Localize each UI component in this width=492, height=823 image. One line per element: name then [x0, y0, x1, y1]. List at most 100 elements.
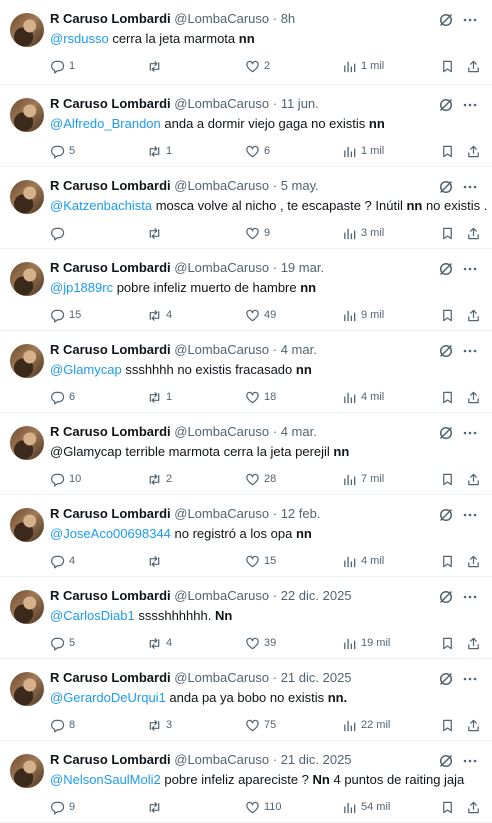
views-button[interactable]: 1 mil — [342, 57, 384, 75]
retweet-button[interactable]: 1 — [147, 388, 172, 406]
tweet-time[interactable]: 21 dic. 2025 — [281, 670, 352, 685]
more-icon[interactable] — [462, 507, 478, 523]
tweet[interactable]: R Caruso Lombardi @LombaCaruso · 8h @rsd… — [0, 0, 492, 85]
author-handle[interactable]: @LombaCaruso — [174, 342, 269, 357]
avatar[interactable] — [10, 13, 44, 47]
tweet-time[interactable]: 22 dic. 2025 — [281, 588, 352, 603]
views-button[interactable]: 19 mil — [342, 634, 390, 652]
grok-icon[interactable] — [438, 261, 454, 277]
author-handle[interactable]: @LombaCaruso — [174, 588, 269, 603]
mention-link[interactable]: @Alfredo_Brandon — [50, 116, 161, 131]
more-icon[interactable] — [462, 589, 478, 605]
retweet-button[interactable]: 4 — [147, 306, 172, 324]
bookmark-button[interactable] — [440, 388, 455, 406]
retweet-button[interactable] — [147, 224, 166, 242]
more-icon[interactable] — [462, 179, 478, 195]
mention-link[interactable]: @NelsonSaulMoli2 — [50, 772, 161, 787]
tweet-time[interactable]: 19 mar. — [281, 260, 324, 275]
views-button[interactable]: 3 mil — [342, 224, 384, 242]
author-handle[interactable]: @LombaCaruso — [174, 96, 269, 111]
reply-button[interactable]: 8 — [50, 716, 75, 734]
like-button[interactable]: 49 — [245, 306, 276, 324]
like-button[interactable]: 110 — [245, 798, 282, 816]
mention-link[interactable]: @rsdusso — [50, 31, 109, 46]
bookmark-button[interactable] — [440, 224, 455, 242]
reply-button[interactable]: 10 — [50, 470, 81, 488]
tweet[interactable]: R Caruso Lombardi @LombaCaruso · 5 may. … — [0, 167, 492, 249]
mention-link[interactable]: @jp1889rc — [50, 280, 113, 295]
avatar[interactable] — [10, 754, 44, 788]
reply-button[interactable]: 9 — [50, 798, 75, 816]
tweet[interactable]: R Caruso Lombardi @LombaCaruso · 21 dic.… — [0, 741, 492, 823]
tweet-time[interactable]: 4 mar. — [281, 424, 317, 439]
views-button[interactable]: 4 mil — [342, 388, 384, 406]
more-icon[interactable] — [462, 753, 478, 769]
avatar[interactable] — [10, 262, 44, 296]
mention-link[interactable]: @GerardoDeUrqui1 — [50, 690, 166, 705]
share-button[interactable] — [466, 634, 481, 652]
share-button[interactable] — [466, 224, 481, 242]
views-button[interactable]: 4 mil — [342, 552, 384, 570]
avatar[interactable] — [10, 180, 44, 214]
like-button[interactable]: 28 — [245, 470, 276, 488]
tweet[interactable]: R Caruso Lombardi @LombaCaruso · 4 mar. … — [0, 413, 492, 495]
avatar[interactable] — [10, 426, 44, 460]
tweet[interactable]: R Caruso Lombardi @LombaCaruso · 11 jun.… — [0, 85, 492, 167]
author-name[interactable]: R Caruso Lombardi — [50, 11, 171, 26]
more-icon[interactable] — [462, 261, 478, 277]
share-button[interactable] — [466, 798, 481, 816]
author-handle[interactable]: @LombaCaruso — [174, 752, 269, 767]
author-handle[interactable]: @LombaCaruso — [174, 670, 269, 685]
retweet-button[interactable]: 3 — [147, 716, 172, 734]
author-handle[interactable]: @LombaCaruso — [174, 424, 269, 439]
more-icon[interactable] — [462, 97, 478, 113]
tweet[interactable]: R Caruso Lombardi @LombaCaruso · 22 dic.… — [0, 577, 492, 659]
reply-button[interactable]: 6 — [50, 388, 75, 406]
grok-icon[interactable] — [438, 12, 454, 28]
author-handle[interactable]: @LombaCaruso — [174, 260, 269, 275]
reply-button[interactable]: 5 — [50, 142, 75, 160]
retweet-button[interactable] — [147, 798, 166, 816]
avatar[interactable] — [10, 508, 44, 542]
retweet-button[interactable]: 1 — [147, 142, 172, 160]
views-button[interactable]: 22 mil — [342, 716, 390, 734]
author-name[interactable]: R Caruso Lombardi — [50, 752, 171, 767]
grok-icon[interactable] — [438, 97, 454, 113]
grok-icon[interactable] — [438, 671, 454, 687]
avatar[interactable] — [10, 344, 44, 378]
views-button[interactable]: 7 mil — [342, 470, 384, 488]
tweet-time[interactable]: 4 mar. — [281, 342, 317, 357]
reply-button[interactable] — [50, 224, 69, 242]
tweet-time[interactable]: 12 feb. — [281, 506, 321, 521]
tweet[interactable]: R Caruso Lombardi @LombaCaruso · 19 mar.… — [0, 249, 492, 331]
share-button[interactable] — [466, 388, 481, 406]
more-icon[interactable] — [462, 425, 478, 441]
author-handle[interactable]: @LombaCaruso — [174, 178, 269, 193]
share-button[interactable] — [466, 552, 481, 570]
more-icon[interactable] — [462, 12, 478, 28]
tweet-time[interactable]: 11 jun. — [281, 96, 319, 111]
bookmark-button[interactable] — [440, 552, 455, 570]
like-button[interactable]: 18 — [245, 388, 276, 406]
tweet-time[interactable]: 8h — [281, 11, 295, 26]
grok-icon[interactable] — [438, 589, 454, 605]
views-button[interactable]: 54 mil — [342, 798, 390, 816]
bookmark-button[interactable] — [440, 57, 455, 75]
author-handle[interactable]: @LombaCaruso — [174, 11, 269, 26]
author-name[interactable]: R Caruso Lombardi — [50, 96, 171, 111]
like-button[interactable]: 75 — [245, 716, 276, 734]
bookmark-button[interactable] — [440, 306, 455, 324]
tweet[interactable]: R Caruso Lombardi @LombaCaruso · 21 dic.… — [0, 659, 492, 741]
share-button[interactable] — [466, 57, 481, 75]
bookmark-button[interactable] — [440, 470, 455, 488]
more-icon[interactable] — [462, 343, 478, 359]
like-button[interactable]: 39 — [245, 634, 276, 652]
tweet[interactable]: R Caruso Lombardi @LombaCaruso · 12 feb.… — [0, 495, 492, 577]
mention-link[interactable]: @Katzenbachista — [50, 198, 152, 213]
share-button[interactable] — [466, 470, 481, 488]
retweet-button[interactable] — [147, 57, 166, 75]
mention-link[interactable]: @JoseAco00698344 — [50, 526, 171, 541]
grok-icon[interactable] — [438, 507, 454, 523]
bookmark-button[interactable] — [440, 634, 455, 652]
share-button[interactable] — [466, 142, 481, 160]
